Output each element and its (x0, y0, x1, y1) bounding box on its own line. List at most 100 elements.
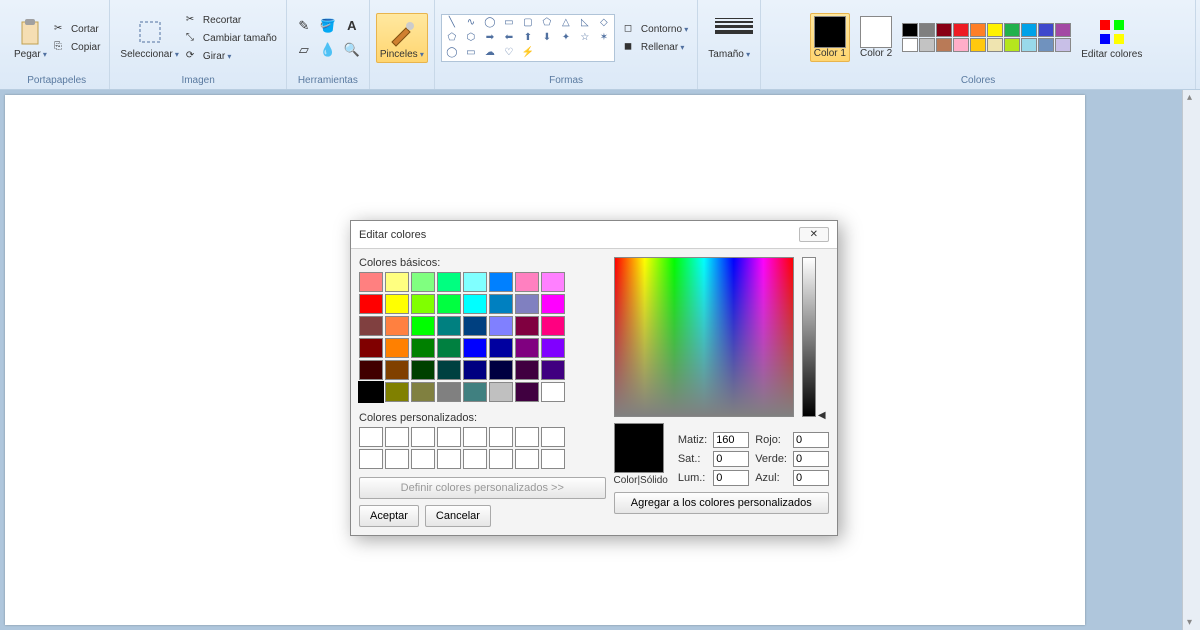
custom-color-slot[interactable] (489, 449, 513, 469)
basic-color-swatch[interactable] (411, 360, 435, 380)
basic-color-swatch[interactable] (489, 360, 513, 380)
shape-hexagon[interactable]: ⬡ (462, 31, 480, 45)
basic-color-swatch[interactable] (463, 360, 487, 380)
shape-callout-rect[interactable]: ▭ (462, 46, 480, 60)
fill-tool[interactable]: 🪣 (317, 15, 339, 37)
ok-button[interactable]: Aceptar (359, 505, 419, 527)
basic-color-swatch[interactable] (437, 382, 461, 402)
basic-color-swatch[interactable] (489, 272, 513, 292)
palette-swatch[interactable] (919, 23, 935, 37)
basic-color-swatch[interactable] (359, 382, 383, 402)
basic-color-swatch[interactable] (541, 382, 565, 402)
hue-input[interactable] (713, 432, 749, 448)
shape-darrow[interactable]: ⬇ (538, 31, 556, 45)
custom-color-slot[interactable] (463, 449, 487, 469)
shape-larrow[interactable]: ⬅ (500, 31, 518, 45)
basic-color-swatch[interactable] (489, 382, 513, 402)
shape-polygon[interactable]: ⬠ (538, 16, 556, 30)
basic-color-swatch[interactable] (437, 338, 461, 358)
basic-color-swatch[interactable] (515, 316, 539, 336)
shape-rtriangle[interactable]: ◺ (576, 16, 594, 30)
palette-swatch[interactable] (987, 38, 1003, 52)
basic-color-swatch[interactable] (463, 272, 487, 292)
palette-swatch[interactable] (1055, 38, 1071, 52)
basic-color-swatch[interactable] (385, 360, 409, 380)
pencil-tool[interactable]: ✎ (293, 15, 315, 37)
palette-swatch[interactable] (1004, 23, 1020, 37)
basic-color-swatch[interactable] (411, 316, 435, 336)
basic-color-swatch[interactable] (411, 272, 435, 292)
basic-color-swatch[interactable] (515, 294, 539, 314)
shape-oval[interactable]: ◯ (481, 16, 499, 30)
lum-input[interactable] (713, 470, 749, 486)
custom-color-slot[interactable] (541, 449, 565, 469)
select-button[interactable]: Seleccionar (116, 13, 183, 63)
custom-color-slot[interactable] (489, 427, 513, 447)
edit-colors-button[interactable]: Editar colores (1077, 13, 1146, 63)
cut-button[interactable]: ✂ Cortar (51, 22, 103, 38)
basic-color-swatch[interactable] (541, 360, 565, 380)
shape-rarrow[interactable]: ➡ (481, 31, 499, 45)
palette-swatch[interactable] (1021, 23, 1037, 37)
custom-color-slot[interactable] (515, 449, 539, 469)
palette-swatch[interactable] (936, 38, 952, 52)
blue-input[interactable] (793, 470, 829, 486)
custom-color-slot[interactable] (411, 427, 435, 447)
custom-color-slot[interactable] (437, 427, 461, 447)
basic-color-swatch[interactable] (385, 272, 409, 292)
luminance-slider[interactable] (802, 257, 816, 417)
basic-color-swatch[interactable] (359, 338, 383, 358)
red-input[interactable] (793, 432, 829, 448)
shape-callout-round[interactable]: ◯ (443, 46, 461, 60)
palette-swatch[interactable] (970, 23, 986, 37)
palette-swatch[interactable] (919, 38, 935, 52)
palette-swatch[interactable] (987, 23, 1003, 37)
basic-color-swatch[interactable] (411, 382, 435, 402)
basic-color-swatch[interactable] (437, 360, 461, 380)
paste-button[interactable]: Pegar (10, 13, 51, 63)
shape-uarrow[interactable]: ⬆ (519, 31, 537, 45)
outline-button[interactable]: ◻ Contorno (621, 22, 691, 38)
basic-color-swatch[interactable] (515, 360, 539, 380)
basic-color-swatch[interactable] (385, 294, 409, 314)
crop-button[interactable]: ✂ Recortar (183, 13, 280, 29)
basic-color-swatch[interactable] (385, 338, 409, 358)
color1-button[interactable]: Color 1 (810, 13, 850, 62)
shape-curve[interactable]: ∿ (462, 16, 480, 30)
shape-roundrect[interactable]: ▢ (519, 16, 537, 30)
basic-color-swatch[interactable] (489, 316, 513, 336)
palette-swatch[interactable] (953, 23, 969, 37)
shape-callout-cloud[interactable]: ☁ (481, 46, 499, 60)
basic-color-swatch[interactable] (437, 272, 461, 292)
palette-swatch[interactable] (1055, 23, 1071, 37)
shape-line[interactable]: ╲ (443, 16, 461, 30)
shape-lightning[interactable]: ⚡ (519, 46, 537, 60)
basic-color-swatch[interactable] (385, 382, 409, 402)
basic-color-swatch[interactable] (463, 294, 487, 314)
basic-color-swatch[interactable] (463, 338, 487, 358)
palette-swatch[interactable] (902, 38, 918, 52)
basic-color-swatch[interactable] (541, 294, 565, 314)
shape-pentagon[interactable]: ⬠ (443, 31, 461, 45)
palette-swatch[interactable] (936, 23, 952, 37)
add-custom-button[interactable]: Agregar a los colores personalizados (614, 492, 829, 514)
palette-swatch[interactable] (970, 38, 986, 52)
basic-color-swatch[interactable] (515, 338, 539, 358)
basic-color-swatch[interactable] (411, 294, 435, 314)
eraser-tool[interactable]: ▱ (293, 39, 315, 61)
copy-button[interactable]: ⎘ Copiar (51, 40, 103, 56)
palette-swatch[interactable] (1038, 38, 1054, 52)
sat-input[interactable] (713, 451, 749, 467)
fill-button[interactable]: ◼ Rellenar (621, 40, 691, 56)
basic-color-swatch[interactable] (463, 316, 487, 336)
define-custom-button[interactable]: Definir colores personalizados >> (359, 477, 606, 499)
text-tool[interactable]: A (341, 15, 363, 37)
basic-color-swatch[interactable] (359, 272, 383, 292)
palette-swatch[interactable] (1004, 38, 1020, 52)
dialog-titlebar[interactable]: Editar colores ✕ (351, 221, 837, 249)
custom-color-slot[interactable] (437, 449, 461, 469)
color-spectrum[interactable] (614, 257, 794, 417)
custom-color-slot[interactable] (359, 427, 383, 447)
shapes-gallery[interactable]: ╲ ∿ ◯ ▭ ▢ ⬠ △ ◺ ◇ ⬠ ⬡ ➡ ⬅ ⬆ ⬇ ✦ ☆ ✶ ◯ ▭ (441, 14, 615, 62)
zoom-tool[interactable]: 🔍 (341, 39, 363, 61)
